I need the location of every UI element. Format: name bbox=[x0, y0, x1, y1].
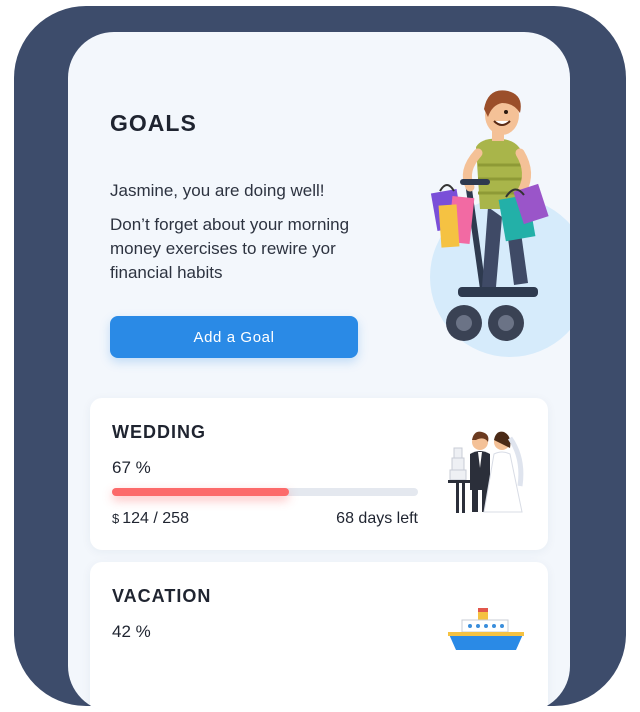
goal-progress-fill bbox=[112, 488, 290, 496]
reminder-text: Don’t forget about your morning money ex… bbox=[110, 215, 350, 282]
page-title: GOALS bbox=[110, 110, 197, 136]
goal-percent: 67 % bbox=[112, 458, 151, 477]
goal-card-wedding[interactable]: WEDDING 67 % $124 / 258 68 days left bbox=[90, 398, 548, 550]
goal-card-vacation[interactable]: VACATION 42 % bbox=[90, 562, 548, 712]
goal-days-left: 68 days left bbox=[336, 510, 418, 527]
segway-shopper-illustration bbox=[430, 90, 570, 357]
goal-title: WEDDING bbox=[112, 422, 206, 442]
cruise-ship-icon bbox=[448, 608, 524, 650]
goal-amount: $124 / 258 bbox=[112, 510, 189, 528]
goal-progress-bar bbox=[112, 488, 418, 496]
greeting-text: Jasmine, you are doing well! bbox=[110, 181, 325, 200]
add-goal-button[interactable]: Add a Goal bbox=[110, 316, 358, 358]
goal-amount-value: 124 / 258 bbox=[122, 510, 189, 527]
goal-title: VACATION bbox=[112, 586, 212, 606]
currency-symbol: $ bbox=[112, 511, 120, 526]
phone-screen: GOALS Jasmine, you are doing well! Don’t… bbox=[68, 32, 570, 712]
goal-percent: 42 % bbox=[112, 622, 151, 641]
wedding-couple-icon bbox=[448, 431, 524, 513]
